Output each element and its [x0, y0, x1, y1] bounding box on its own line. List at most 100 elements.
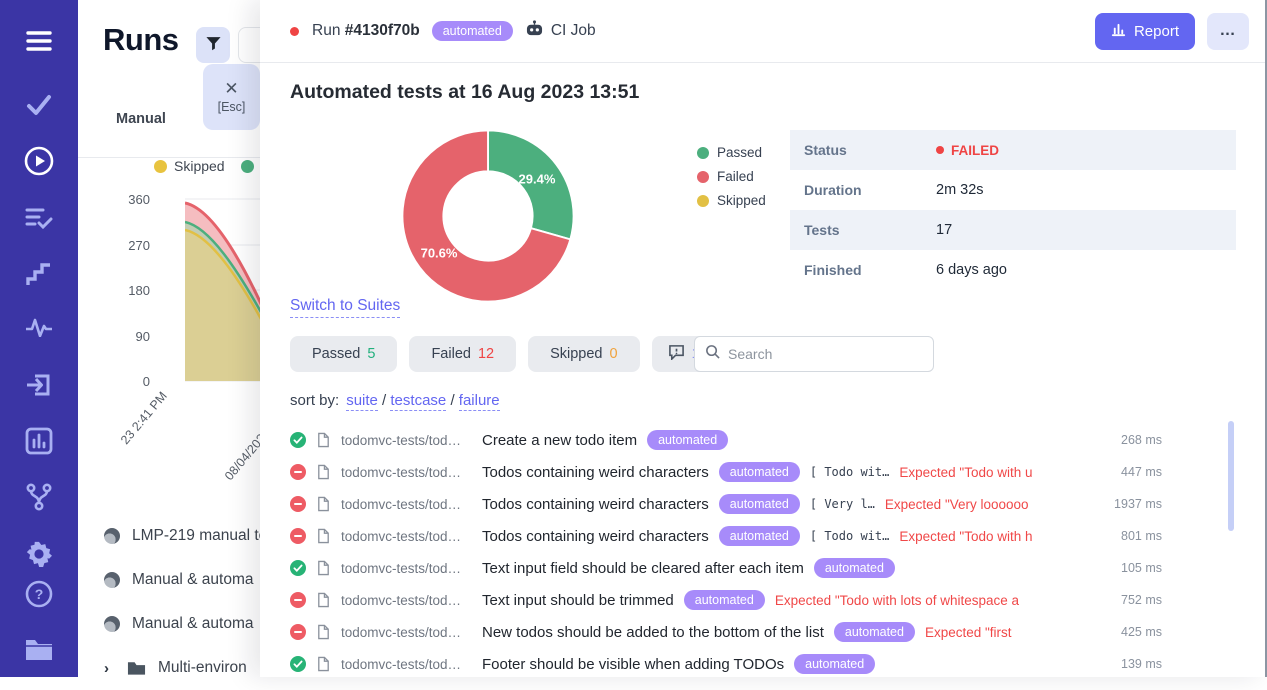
- y-tick: 0: [116, 374, 150, 389]
- run-id: #4130f70b: [345, 22, 420, 39]
- test-row[interactable]: todomvc-tests/tod… Todos containing weir…: [290, 520, 1162, 552]
- bar-chart-icon[interactable]: [25, 427, 53, 460]
- svg-text:70.6%: 70.6%: [421, 246, 458, 261]
- folder-icon: [127, 660, 146, 676]
- filter-chip-skipped[interactable]: Skipped 0: [528, 336, 639, 372]
- filter-tooltip: ✕ [Esc]: [203, 64, 260, 130]
- sort-option-failure[interactable]: failure: [459, 392, 500, 411]
- automated-badge: automated: [432, 21, 513, 41]
- test-name: Todos containing weird characters: [482, 528, 709, 545]
- scrollbar-thumb[interactable]: [1228, 421, 1234, 531]
- test-row[interactable]: todomvc-tests/tod… Create a new todo ite…: [290, 424, 1162, 456]
- legend-dot: [697, 171, 709, 183]
- result-filter-chips: Passed 5Failed 12Skipped 0 12: [290, 336, 724, 372]
- folder-icon[interactable]: [24, 636, 54, 667]
- report-chart-icon: [1111, 22, 1126, 41]
- sort-option-testcase[interactable]: testcase: [390, 392, 446, 411]
- automated-badge: automated: [794, 654, 875, 674]
- test-row[interactable]: todomvc-tests/tod… Todos containing weir…: [290, 456, 1162, 488]
- y-tick: 180: [116, 283, 150, 298]
- file-icon: [316, 464, 331, 480]
- test-error: Expected "first: [925, 625, 1111, 640]
- page-title: Runs: [103, 22, 179, 58]
- sign-in-icon[interactable]: [25, 371, 53, 404]
- file-icon: [316, 528, 331, 544]
- test-path: todomvc-tests/tod…: [341, 497, 472, 512]
- failed-status-icon: [290, 592, 306, 608]
- x-tick: 23 2:41 PM: [118, 389, 170, 447]
- steps-icon[interactable]: [26, 261, 52, 292]
- more-button[interactable]: …: [1207, 13, 1249, 50]
- donut-legend-item: Passed: [697, 145, 766, 160]
- menu-icon[interactable]: [26, 30, 52, 57]
- test-path: todomvc-tests/tod…: [341, 433, 472, 448]
- donut-legend-item: Skipped: [697, 193, 766, 208]
- summary-row: Duration 2m 32s: [790, 170, 1236, 210]
- drawer-header: Run #4130f70b automated CI Job Report …: [260, 0, 1267, 63]
- test-row[interactable]: todomvc-tests/tod… Text input should be …: [290, 584, 1162, 616]
- run-detail-drawer: Run #4130f70b automated CI Job Report … …: [260, 0, 1267, 677]
- filter-button[interactable]: [196, 27, 230, 63]
- switch-to-suites-link[interactable]: Switch to Suites: [290, 297, 400, 318]
- test-path: todomvc-tests/tod…: [341, 625, 472, 640]
- summary-row: Status FAILED: [790, 130, 1236, 170]
- test-error: Expected "Todo with h: [899, 529, 1111, 544]
- test-row[interactable]: todomvc-tests/tod… Footer should be visi…: [290, 648, 1162, 680]
- robot-icon: [525, 20, 544, 42]
- donut-legend-item: Failed: [697, 169, 766, 184]
- automated-badge: automated: [719, 462, 800, 482]
- sort-option-suite[interactable]: suite: [346, 392, 378, 411]
- test-row[interactable]: todomvc-tests/tod… Todos containing weir…: [290, 488, 1162, 520]
- funnel-icon: [205, 35, 222, 55]
- test-search-input[interactable]: [728, 346, 923, 362]
- automated-badge: automated: [834, 622, 915, 642]
- file-icon: [316, 496, 331, 512]
- search-icon: [705, 344, 720, 364]
- file-icon: [316, 592, 331, 608]
- test-duration: 1937 ms: [1114, 497, 1162, 511]
- git-branch-icon[interactable]: [26, 483, 52, 516]
- test-list: todomvc-tests/tod… Create a new todo ite…: [290, 424, 1162, 680]
- activity-icon[interactable]: [25, 317, 53, 342]
- test-path: todomvc-tests/tod…: [341, 561, 472, 576]
- summary-label: Finished: [790, 262, 936, 278]
- automated-badge: automated: [814, 558, 895, 578]
- test-row[interactable]: todomvc-tests/tod… Text input field shou…: [290, 552, 1162, 584]
- filter-chip-passed[interactable]: Passed 5: [290, 336, 397, 372]
- summary-label: Tests: [790, 222, 936, 238]
- test-duration: 752 ms: [1121, 593, 1162, 607]
- test-search[interactable]: [694, 336, 934, 372]
- test-row[interactable]: todomvc-tests/tod… New todos should be a…: [290, 616, 1162, 648]
- comment-icon: [668, 344, 685, 364]
- filter-chip-failed[interactable]: Failed 12: [409, 336, 516, 372]
- y-tick: 270: [116, 238, 150, 253]
- gear-icon[interactable]: [25, 540, 53, 573]
- automated-badge: automated: [719, 494, 800, 514]
- donut-legend: Passed Failed Skipped: [697, 145, 766, 217]
- report-button[interactable]: Report: [1095, 13, 1195, 50]
- tab-manual[interactable]: Manual: [116, 111, 166, 127]
- automated-badge: automated: [647, 430, 728, 450]
- failed-status-icon: [290, 624, 306, 640]
- test-snippet: [ Todo wit…: [810, 465, 889, 479]
- globe-icon: [104, 572, 120, 588]
- svg-text:?: ?: [35, 586, 44, 602]
- check-icon[interactable]: [26, 94, 52, 121]
- help-icon[interactable]: ?: [25, 580, 53, 613]
- summary-label: Duration: [790, 182, 936, 198]
- list-check-icon[interactable]: [25, 206, 53, 235]
- test-duration: 801 ms: [1121, 529, 1162, 543]
- chevron-right-icon[interactable]: ›: [104, 660, 109, 677]
- test-name: Todos containing weird characters: [482, 496, 709, 513]
- summary-value: FAILED: [936, 143, 999, 158]
- test-snippet: [ Very l…: [810, 497, 875, 511]
- test-path: todomvc-tests/tod…: [341, 529, 472, 544]
- failed-status-icon: [290, 464, 306, 480]
- play-circle-icon[interactable]: [24, 146, 54, 181]
- close-icon[interactable]: ✕: [224, 80, 238, 97]
- run-status-dot: [290, 27, 299, 36]
- legend-dot: [697, 195, 709, 207]
- legend-dot: [241, 160, 254, 173]
- file-icon: [316, 624, 331, 640]
- failed-status-icon: [290, 528, 306, 544]
